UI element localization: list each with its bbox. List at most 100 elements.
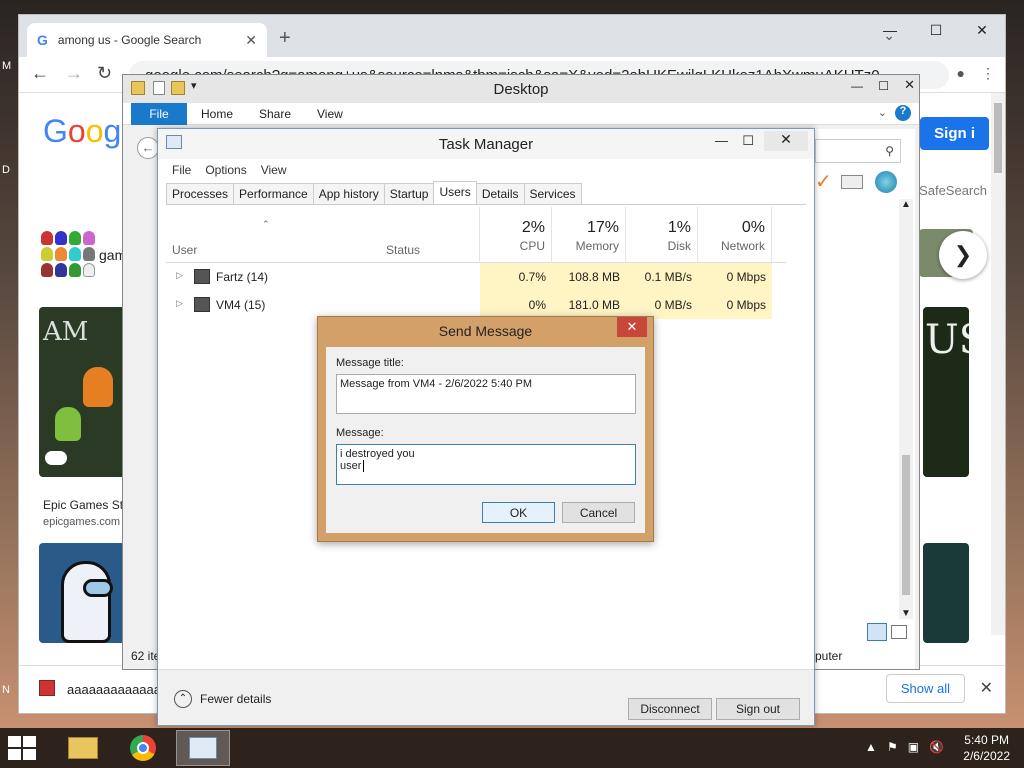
- disconnect-button[interactable]: Disconnect: [628, 698, 712, 720]
- table-row[interactable]: ▷ Fartz (14) 0.7% 108.8 MB 0.1 MB/s 0 Mb…: [166, 263, 786, 291]
- message-title-field[interactable]: Message from VM4 - 2/6/2022 5:40 PM: [336, 374, 636, 414]
- close-button[interactable]: ✕: [764, 131, 808, 151]
- menu-view[interactable]: View: [261, 163, 287, 177]
- chrome-icon-center: [137, 742, 149, 754]
- tab-performance[interactable]: Performance: [233, 183, 314, 204]
- tab-startup[interactable]: Startup: [383, 183, 435, 204]
- column-header-memory[interactable]: 17% Memory: [552, 207, 626, 263]
- sign-in-button[interactable]: Sign i: [920, 117, 989, 150]
- search-box[interactable]: ⚲: [815, 139, 901, 163]
- expand-row-icon[interactable]: ▷: [176, 298, 183, 309]
- google-logo[interactable]: Googl: [43, 113, 128, 150]
- expand-row-icon[interactable]: ▷: [176, 270, 183, 281]
- desktop-icon-label: M: [2, 60, 12, 72]
- menu-icon[interactable]: ⋮: [981, 65, 995, 82]
- taskbar-chrome[interactable]: [116, 730, 170, 766]
- crewmate-icon: [69, 231, 81, 245]
- crewmate-icon: [41, 231, 53, 245]
- expand-ribbon-icon[interactable]: ⌄: [878, 106, 887, 119]
- table-row[interactable]: ▷ VM4 (15) 0% 181.0 MB 0 MB/s 0 Mbps: [166, 291, 786, 319]
- minimize-button[interactable]: —: [867, 15, 913, 45]
- column-header-cpu[interactable]: 2% CPU: [480, 207, 552, 263]
- dialog-title: Send Message: [438, 323, 533, 339]
- close-button[interactable]: ✕: [617, 317, 647, 337]
- next-arrow-button[interactable]: ❯: [939, 231, 987, 279]
- ok-button[interactable]: OK: [482, 502, 555, 523]
- message-line-cursor: user: [340, 460, 632, 472]
- tab-users[interactable]: Users: [433, 181, 477, 204]
- image-result[interactable]: [39, 543, 125, 643]
- back-icon[interactable]: ←: [31, 63, 49, 84]
- ribbon-file-tab[interactable]: File: [131, 103, 187, 125]
- close-tab-icon[interactable]: ✕: [245, 32, 257, 49]
- globe-icon[interactable]: [875, 171, 897, 193]
- result-title[interactable]: Epic Games St: [43, 498, 123, 512]
- cpu-cell: 0%: [480, 291, 552, 319]
- task-manager-tabs: Processes Performance App history Startu…: [166, 181, 806, 205]
- message-line: user: [340, 460, 362, 472]
- help-icon[interactable]: ?: [895, 105, 911, 121]
- image-result[interactable]: US: [923, 307, 969, 477]
- result-source: epicgames.com: [43, 516, 121, 528]
- crewmate-icon: [55, 231, 67, 245]
- large-icons-view-icon[interactable]: [891, 625, 907, 639]
- network-icon[interactable]: ▣: [908, 740, 919, 754]
- tab-app-history[interactable]: App history: [312, 183, 385, 204]
- image-result[interactable]: [923, 543, 969, 643]
- forward-icon[interactable]: →: [65, 63, 83, 84]
- details-view-icon[interactable]: [867, 623, 887, 641]
- cancel-button[interactable]: Cancel: [562, 502, 635, 523]
- reload-icon[interactable]: ↻: [97, 63, 112, 84]
- minimize-button[interactable]: —: [715, 133, 728, 148]
- fewer-details-toggle[interactable]: ⌃ Fewer details: [174, 690, 271, 708]
- maximize-button[interactable]: ☐: [742, 133, 754, 149]
- taskbar-file-explorer[interactable]: [56, 730, 110, 766]
- taskbar-task-manager[interactable]: [176, 730, 230, 766]
- new-tab-button[interactable]: +: [279, 27, 291, 50]
- sign-out-button[interactable]: Sign out: [716, 698, 800, 720]
- close-button[interactable]: ✕: [959, 15, 1005, 45]
- minimize-button[interactable]: —: [851, 79, 863, 93]
- tab-services[interactable]: Services: [523, 183, 582, 204]
- google-favicon-icon: G: [37, 32, 48, 48]
- tab-details[interactable]: Details: [475, 183, 525, 204]
- image-result[interactable]: AM: [39, 307, 125, 477]
- user-name: VM4 (15): [216, 298, 266, 312]
- preview-pane-icon[interactable]: [841, 175, 863, 189]
- close-button[interactable]: ✕: [904, 77, 915, 93]
- page-scrollbar[interactable]: [991, 93, 1005, 635]
- scroll-up-icon[interactable]: ▲: [901, 199, 911, 210]
- scrollbar-thumb[interactable]: [902, 455, 910, 595]
- column-header-user[interactable]: User: [172, 243, 197, 257]
- download-filename[interactable]: aaaaaaaaaaaaa: [67, 682, 161, 697]
- send-message-dialog: Send Message ✕ Message title: Message fr…: [317, 316, 654, 542]
- column-header-disk[interactable]: 1% Disk: [626, 207, 698, 263]
- maximize-button[interactable]: ☐: [878, 79, 889, 93]
- message-field[interactable]: i destroyed you user: [336, 444, 636, 485]
- browser-tab[interactable]: G among us - Google Search ✕: [27, 23, 267, 57]
- window-controls: — ☐ ✕: [867, 15, 1005, 45]
- back-icon[interactable]: ←: [137, 137, 159, 159]
- scroll-down-icon[interactable]: ▼: [901, 608, 911, 619]
- scrollbar-thumb[interactable]: [994, 103, 1002, 173]
- message-line: i destroyed you: [340, 448, 415, 460]
- action-center-icon[interactable]: ⚑: [887, 740, 898, 754]
- tab-processes[interactable]: Processes: [166, 183, 235, 204]
- close-download-bar-icon[interactable]: ✕: [980, 678, 993, 698]
- clock[interactable]: 5:40 PM 2/6/2022: [963, 732, 1010, 764]
- show-hidden-icons-icon[interactable]: ▲: [865, 740, 877, 754]
- maximize-button[interactable]: ☐: [913, 15, 959, 45]
- column-header-network[interactable]: 0% Network: [698, 207, 772, 263]
- start-button[interactable]: [8, 736, 38, 760]
- show-all-button[interactable]: Show all: [885, 674, 965, 703]
- profile-icon[interactable]: ●: [957, 65, 965, 82]
- safesearch-label[interactable]: SafeSearch: [919, 183, 987, 198]
- ribbon-view-tab[interactable]: View: [317, 107, 343, 121]
- explorer-scrollbar[interactable]: ▲ ▼: [899, 199, 913, 619]
- volume-muted-icon[interactable]: 🔇: [929, 740, 944, 754]
- menu-options[interactable]: Options: [205, 163, 246, 177]
- menu-file[interactable]: File: [172, 163, 191, 177]
- ribbon-home-tab[interactable]: Home: [201, 107, 233, 121]
- ribbon-share-tab[interactable]: Share: [259, 107, 291, 121]
- network-cell: 0 Mbps: [698, 291, 772, 319]
